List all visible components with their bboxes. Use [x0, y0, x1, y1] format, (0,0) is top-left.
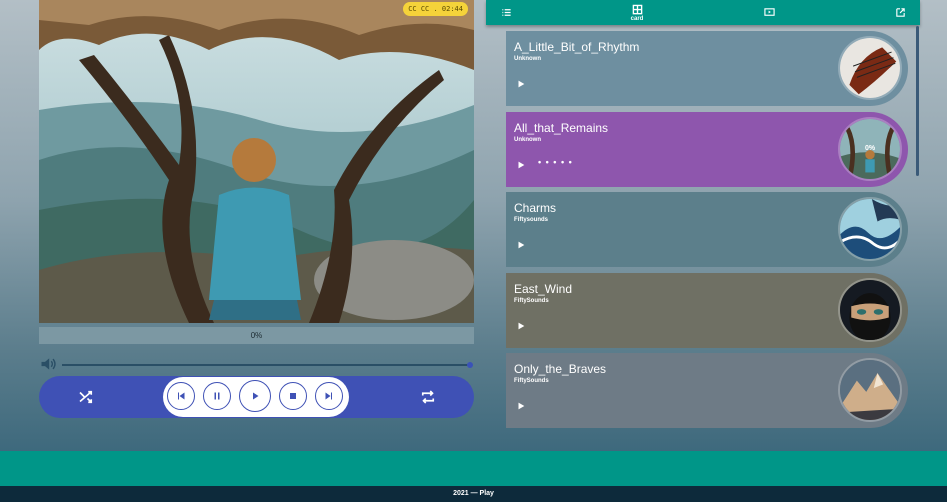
stop-icon	[290, 393, 296, 399]
top-navigation: card	[486, 0, 920, 25]
play-icon[interactable]	[516, 321, 526, 331]
playlist-item[interactable]: East_Wind FiftySounds	[506, 273, 908, 348]
shuffle-icon[interactable]	[77, 388, 95, 406]
track-artist: FiftySounds	[514, 298, 549, 304]
play-icon[interactable]	[516, 401, 526, 411]
track-artist: Unknown	[514, 56, 541, 62]
skip-next-icon	[325, 392, 332, 400]
track-percent: 0%	[864, 145, 876, 152]
open-external-icon	[895, 8, 905, 17]
play-icon[interactable]	[516, 240, 526, 250]
play-icon	[253, 392, 259, 400]
volume-slider[interactable]	[62, 364, 470, 366]
list-icon	[501, 9, 511, 16]
playlist-scrollbar[interactable]	[916, 26, 919, 176]
transport-buttons	[163, 377, 349, 417]
video-icon	[763, 8, 775, 16]
player-controls	[39, 376, 474, 418]
album-artwork: CC CC . 02:44	[39, 0, 474, 323]
track-title: Charms	[514, 201, 557, 215]
footer: 2021 — Play	[0, 486, 947, 502]
nav-card-label: card	[630, 15, 644, 22]
nav-list[interactable]	[498, 0, 514, 25]
pause-button[interactable]	[203, 382, 231, 410]
previous-button[interactable]	[167, 382, 195, 410]
playlist-item[interactable]: A_Little_Bit_of_Rhythm Unknown	[506, 31, 908, 106]
play-icon[interactable]	[516, 160, 526, 170]
track-thumbnail: 0%	[838, 117, 902, 181]
progress-label: 0%	[250, 331, 263, 340]
track-thumbnail	[838, 278, 902, 342]
repeat-icon[interactable]	[419, 388, 437, 406]
track-artist: Unknown	[514, 137, 541, 143]
play-icon[interactable]	[516, 79, 526, 89]
next-button[interactable]	[315, 382, 343, 410]
stop-button[interactable]	[279, 382, 307, 410]
nav-open-external[interactable]	[892, 0, 908, 25]
card-icon	[632, 4, 642, 14]
playlist-item-active[interactable]: All_that_Remains Unknown • • • • • 0%	[506, 112, 908, 187]
track-title: All_that_Remains	[514, 121, 609, 135]
track-title: Only_the_Braves	[514, 362, 607, 376]
time-badge: CC CC . 02:44	[403, 2, 468, 16]
track-artist: Fiftysounds	[514, 217, 548, 223]
track-title: East_Wind	[514, 282, 573, 296]
volume-icon[interactable]	[40, 357, 57, 371]
playlist-item[interactable]: Charms Fiftysounds	[506, 192, 908, 267]
playlist-item[interactable]: Only_the_Braves FiftySounds	[506, 353, 908, 428]
bottom-band	[0, 451, 947, 486]
track-title: A_Little_Bit_of_Rhythm	[514, 40, 640, 54]
seek-progress-bar[interactable]: 0%	[39, 327, 474, 344]
nav-card[interactable]: card	[626, 0, 648, 25]
skip-previous-icon	[178, 392, 185, 400]
loading-dots: • • • • •	[538, 157, 573, 167]
volume-thumb[interactable]	[467, 362, 473, 368]
track-thumbnail	[838, 358, 902, 422]
track-artist: FiftySounds	[514, 378, 549, 384]
pause-icon	[214, 392, 220, 400]
play-button[interactable]	[239, 380, 271, 412]
track-thumbnail	[838, 197, 902, 261]
track-thumbnail	[838, 36, 902, 100]
nav-video[interactable]	[761, 0, 777, 25]
